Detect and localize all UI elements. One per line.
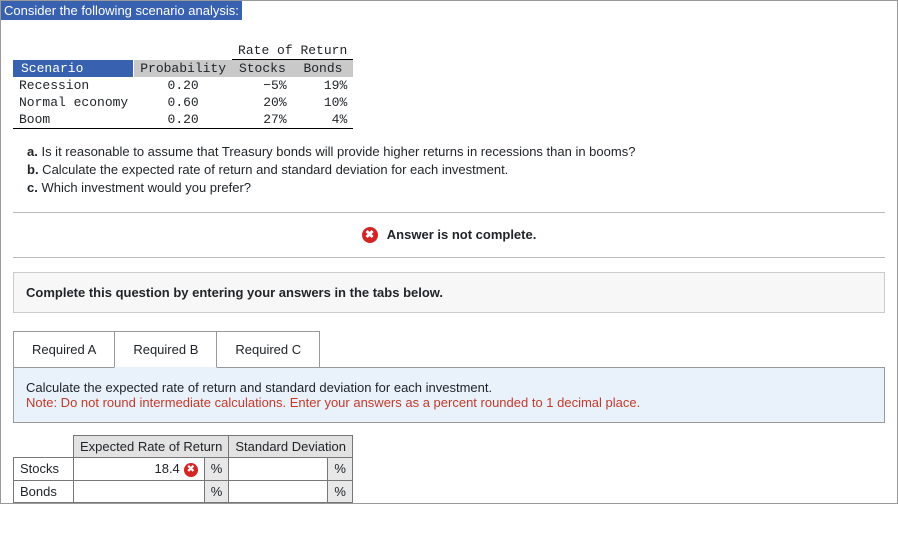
- col-probability: Probability: [134, 60, 232, 78]
- stocks-stddev-input[interactable]: [229, 458, 328, 481]
- col-expected: Expected Rate of Return: [74, 436, 229, 458]
- page-title: Consider the following scenario analysis…: [1, 1, 242, 20]
- stocks-expected-input[interactable]: 18.4✖: [74, 458, 205, 481]
- rate-header: Rate of Return: [232, 42, 353, 60]
- tab-required-a[interactable]: Required A: [13, 331, 115, 368]
- alert-bar: ✖ Answer is not complete.: [13, 212, 885, 259]
- col-bonds: Bonds: [293, 60, 354, 78]
- answer-table: Expected Rate of Return Standard Deviati…: [13, 435, 353, 503]
- tab-required-b[interactable]: Required B: [114, 331, 217, 368]
- scenario-table: Rate of Return Scenario Probability Stoc…: [13, 42, 353, 129]
- bonds-stddev-input[interactable]: [229, 480, 328, 502]
- tab-required-c[interactable]: Required C: [216, 331, 320, 368]
- panel-instruction: Calculate the expected rate of return an…: [26, 380, 872, 395]
- bonds-expected-input[interactable]: [74, 480, 205, 502]
- panel-note: Note: Do not round intermediate calculat…: [26, 395, 872, 410]
- instruction-box: Complete this question by entering your …: [13, 272, 885, 313]
- col-scenario: Scenario: [19, 61, 85, 76]
- error-icon: ✖: [362, 227, 378, 243]
- table-row: Normal economy 0.60 20% 10%: [13, 94, 353, 111]
- table-row: Recession 0.20 −5% 19%: [13, 77, 353, 94]
- row-bonds: Bonds: [14, 480, 74, 502]
- tab-panel-b: Calculate the expected rate of return an…: [13, 367, 885, 423]
- wrong-icon: ✖: [184, 463, 198, 477]
- table-row: Boom 0.20 27% 4%: [13, 111, 353, 129]
- tab-list: Required A Required B Required C: [13, 331, 885, 368]
- col-stocks: Stocks: [232, 60, 293, 78]
- row-stocks: Stocks: [14, 458, 74, 481]
- alert-text: Answer is not complete.: [387, 227, 537, 242]
- question-list: a. Is it reasonable to assume that Treas…: [27, 143, 885, 198]
- col-stddev: Standard Deviation: [229, 436, 353, 458]
